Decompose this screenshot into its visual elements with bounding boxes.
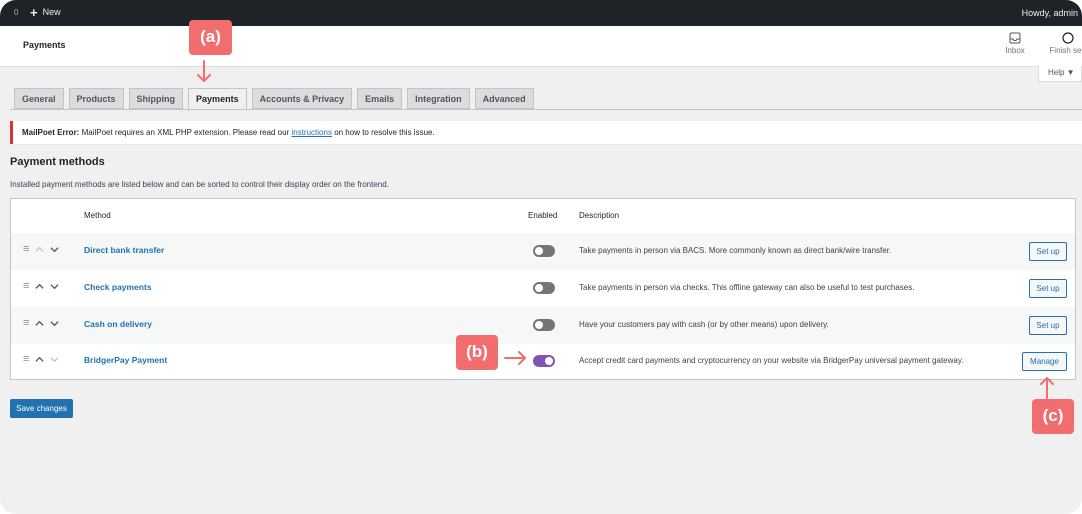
column-method: Method: [84, 211, 111, 220]
method-name-link[interactable]: Cash on delivery: [84, 319, 152, 329]
enabled-toggle[interactable]: [533, 319, 555, 331]
finish-setup-button[interactable]: Finish setup: [1046, 32, 1082, 55]
notice-suffix: on how to resolve this issue.: [334, 128, 435, 137]
method-name-link[interactable]: Check payments: [84, 282, 152, 292]
sort-controls: ≡: [23, 244, 59, 255]
new-label: New: [42, 7, 61, 17]
enabled-toggle[interactable]: [533, 282, 555, 294]
table-row: ≡ Cash on delivery Have your customers p…: [11, 307, 1075, 344]
inbox-button[interactable]: Inbox: [1003, 32, 1027, 55]
inbox-label: Inbox: [1005, 46, 1025, 55]
admin-bar: 0 + New Howdy, admin: [0, 0, 1082, 26]
wp-logo-label[interactable]: 0: [14, 8, 18, 17]
tab-products[interactable]: Products: [68, 88, 124, 109]
method-description: Have your customers pay with cash (or by…: [579, 320, 829, 329]
sort-controls: ≡: [23, 354, 59, 365]
drag-handle-icon[interactable]: ≡: [23, 244, 29, 255]
set-up-button[interactable]: Set up: [1029, 316, 1067, 335]
method-name-link[interactable]: BridgerPay Payment: [84, 355, 167, 365]
section-description: Installed payment methods are listed bel…: [10, 180, 389, 189]
settings-tabs: General Products Shipping Payments Accou…: [14, 88, 534, 111]
arrow-down-icon: [197, 60, 211, 82]
tab-accounts-privacy[interactable]: Accounts & Privacy: [251, 88, 353, 109]
help-tab[interactable]: Help ▼: [1038, 66, 1082, 82]
tabs-divider: [10, 109, 1082, 110]
tab-shipping[interactable]: Shipping: [128, 88, 184, 109]
chevron-down-icon[interactable]: [50, 245, 59, 254]
method-description: Take payments in person via BACS. More c…: [579, 246, 892, 255]
annotation-badge-c: (c): [1032, 399, 1074, 434]
tab-general[interactable]: General: [14, 88, 64, 109]
annotation-badge-a: (a): [189, 20, 232, 55]
notice-prefix: MailPoet Error:: [22, 128, 80, 137]
progress-circle-icon: [1062, 32, 1074, 44]
howdy-user[interactable]: Howdy, admin: [1022, 8, 1078, 18]
error-notice: MailPoet Error: MailPoet requires an XML…: [10, 121, 1082, 144]
table-row: ≡ Check payments Take payments in person…: [11, 270, 1075, 307]
chevron-down-icon[interactable]: [50, 282, 59, 291]
tab-integration[interactable]: Integration: [407, 88, 470, 109]
instructions-link[interactable]: instructions: [291, 128, 331, 137]
chevron-up-icon[interactable]: [35, 282, 44, 291]
table-header: Method Enabled Description: [11, 199, 1075, 234]
enabled-toggle[interactable]: [533, 245, 555, 257]
method-name-link[interactable]: Direct bank transfer: [84, 245, 164, 255]
drag-handle-icon[interactable]: ≡: [23, 354, 29, 365]
enabled-toggle[interactable]: [533, 355, 555, 367]
tab-emails[interactable]: Emails: [357, 88, 403, 109]
section-title: Payment methods: [10, 156, 105, 168]
payment-methods-table: Method Enabled Description ≡ Direct bank…: [10, 198, 1076, 380]
sort-controls: ≡: [23, 318, 59, 329]
chevron-down-icon[interactable]: [50, 355, 59, 364]
plus-icon: +: [30, 4, 38, 20]
arrow-right-icon: [504, 351, 526, 365]
sort-controls: ≡: [23, 281, 59, 292]
drag-handle-icon[interactable]: ≡: [23, 281, 29, 292]
tab-payments[interactable]: Payments: [188, 88, 247, 111]
chevron-up-icon[interactable]: [35, 355, 44, 364]
page-title: Payments: [23, 40, 66, 50]
table-row: ≡ Direct bank transfer Take payments in …: [11, 233, 1075, 270]
app-frame: 0 + New Howdy, admin Payments Inbox Fini…: [0, 0, 1082, 514]
tab-advanced[interactable]: Advanced: [474, 88, 534, 109]
chevron-up-icon[interactable]: [35, 319, 44, 328]
page-header: Payments Inbox Finish setup: [0, 26, 1082, 67]
set-up-button[interactable]: Set up: [1029, 279, 1067, 298]
arrow-up-icon: [1040, 377, 1054, 399]
method-description: Accept credit card payments and cryptocu…: [579, 356, 964, 365]
chevron-down-icon[interactable]: [50, 319, 59, 328]
column-description: Description: [579, 211, 620, 220]
inbox-icon: [1009, 32, 1021, 44]
set-up-button[interactable]: Set up: [1029, 242, 1067, 261]
save-changes-button[interactable]: Save changes: [10, 399, 73, 418]
column-enabled: Enabled: [528, 211, 558, 220]
table-row: ≡ BridgerPay Payment Accept credit card …: [11, 343, 1075, 380]
notice-text: MailPoet requires an XML PHP extension. …: [81, 128, 290, 137]
manage-button[interactable]: Manage: [1022, 352, 1067, 371]
annotation-badge-b: (b): [456, 335, 498, 370]
method-description: Take payments in person via checks. This…: [579, 283, 915, 292]
chevron-up-icon[interactable]: [35, 245, 44, 254]
new-menu[interactable]: + New: [30, 4, 61, 20]
finish-setup-label: Finish setup: [1049, 46, 1082, 55]
drag-handle-icon[interactable]: ≡: [23, 318, 29, 329]
